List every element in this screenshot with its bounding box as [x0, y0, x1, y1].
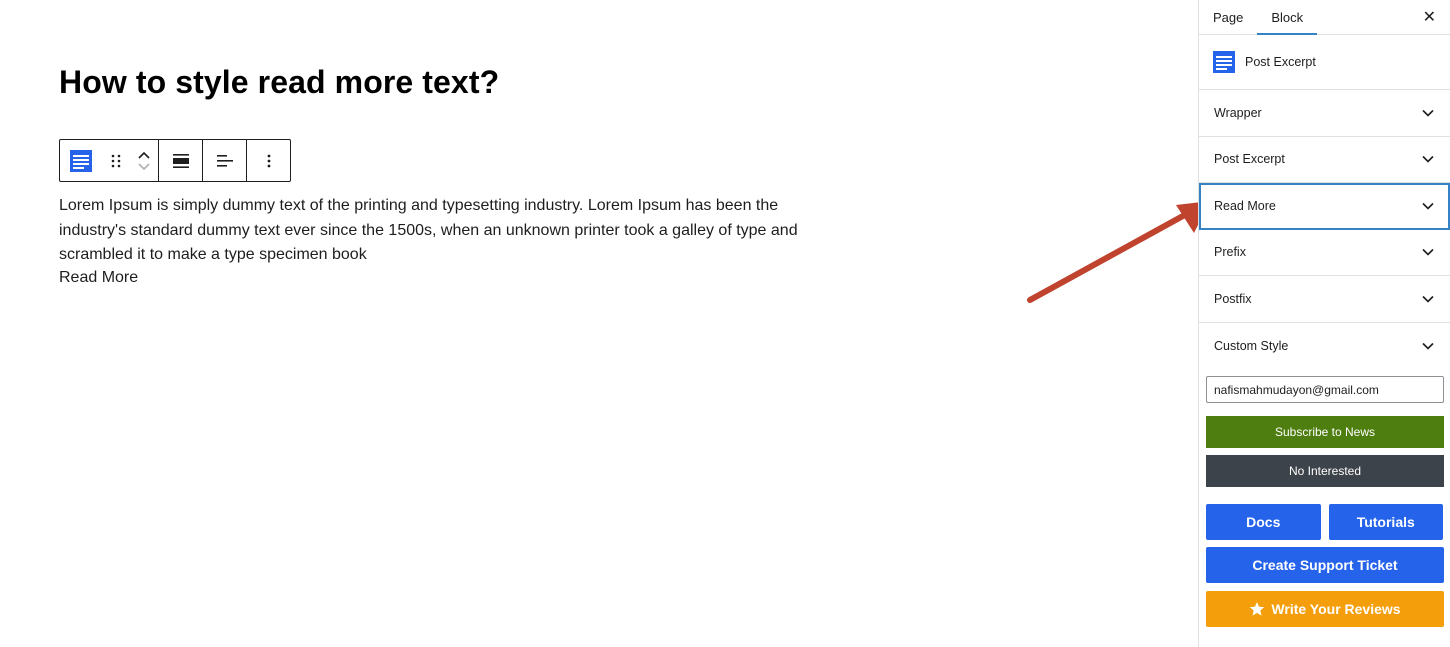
block-align-button[interactable]: [159, 140, 202, 181]
panel-wrapper[interactable]: Wrapper: [1199, 90, 1450, 137]
block-card: Post Excerpt: [1199, 35, 1450, 90]
sidebar-tabs: Page Block ✕: [1199, 0, 1450, 35]
tab-block[interactable]: Block: [1257, 0, 1317, 35]
panel-prefix[interactable]: Prefix: [1199, 230, 1450, 276]
panel-read-more[interactable]: Read More: [1199, 183, 1450, 230]
read-more-link[interactable]: Read More: [59, 266, 138, 291]
chevron-down-icon: [1422, 342, 1434, 350]
text-align-left-icon: [216, 154, 233, 167]
move-down-icon[interactable]: [138, 162, 150, 171]
editor-canvas: How to style read more text? Lorem Ipsum…: [0, 0, 1210, 647]
no-interest-button[interactable]: No Interested: [1206, 455, 1444, 487]
toolbar-group-align: [159, 140, 203, 181]
settings-sidebar: Page Block ✕ Post Excerpt Wrapper Post E…: [1198, 0, 1450, 647]
drag-handle-icon: [111, 154, 121, 167]
panel-title: Postfix: [1214, 291, 1252, 306]
tab-page[interactable]: Page: [1199, 0, 1257, 34]
toolbar-group-text-align: [203, 140, 247, 181]
more-options-icon: [267, 154, 270, 167]
panel-title: Read More: [1214, 198, 1276, 213]
panel-title: Custom Style: [1214, 338, 1289, 353]
post-excerpt-text[interactable]: Lorem Ipsum is simply dummy text of the …: [59, 194, 819, 268]
close-icon[interactable]: ✕: [1423, 0, 1436, 34]
toolbar-group-more: [247, 140, 290, 181]
subscribe-button[interactable]: Subscribe to News: [1206, 416, 1444, 448]
panel-title: Prefix: [1214, 245, 1246, 260]
create-support-ticket-button[interactable]: Create Support Ticket: [1206, 547, 1444, 583]
post-excerpt-block-icon: [1213, 51, 1235, 73]
chevron-down-icon: [1422, 202, 1434, 210]
chevron-down-icon: [1422, 295, 1434, 303]
panel-title: Post Excerpt: [1214, 152, 1285, 167]
panel-title: Wrapper: [1214, 105, 1262, 120]
help-buttons-row: Docs Tutorials: [1206, 504, 1443, 540]
post-title[interactable]: How to style read more text?: [59, 64, 499, 101]
text-align-button[interactable]: [203, 140, 246, 181]
panel-custom-style[interactable]: Custom Style: [1199, 323, 1450, 370]
panel-post-excerpt[interactable]: Post Excerpt: [1199, 137, 1450, 183]
move-up-icon[interactable]: [138, 151, 150, 159]
email-field[interactable]: [1206, 376, 1444, 403]
chevron-down-icon: [1422, 249, 1434, 256]
move-buttons[interactable]: [130, 140, 158, 181]
write-reviews-button[interactable]: Write Your Reviews: [1206, 591, 1444, 627]
block-toolbar: [59, 139, 291, 182]
write-reviews-label: Write Your Reviews: [1271, 601, 1401, 617]
post-excerpt-block-icon: [70, 149, 92, 172]
more-options-button[interactable]: [247, 140, 290, 181]
chevron-down-icon: [1422, 109, 1434, 117]
block-type-button[interactable]: [60, 140, 102, 181]
block-card-title: Post Excerpt: [1245, 55, 1316, 69]
panel-postfix[interactable]: Postfix: [1199, 276, 1450, 323]
docs-button[interactable]: Docs: [1206, 504, 1321, 540]
annotation-arrow: [1027, 201, 1210, 303]
tutorials-button[interactable]: Tutorials: [1328, 504, 1443, 540]
toolbar-group-block: [60, 140, 159, 181]
drag-handle-button[interactable]: [102, 140, 130, 181]
align-full-width-icon: [172, 153, 189, 168]
chevron-down-icon: [1422, 156, 1434, 163]
star-icon: [1250, 602, 1265, 616]
